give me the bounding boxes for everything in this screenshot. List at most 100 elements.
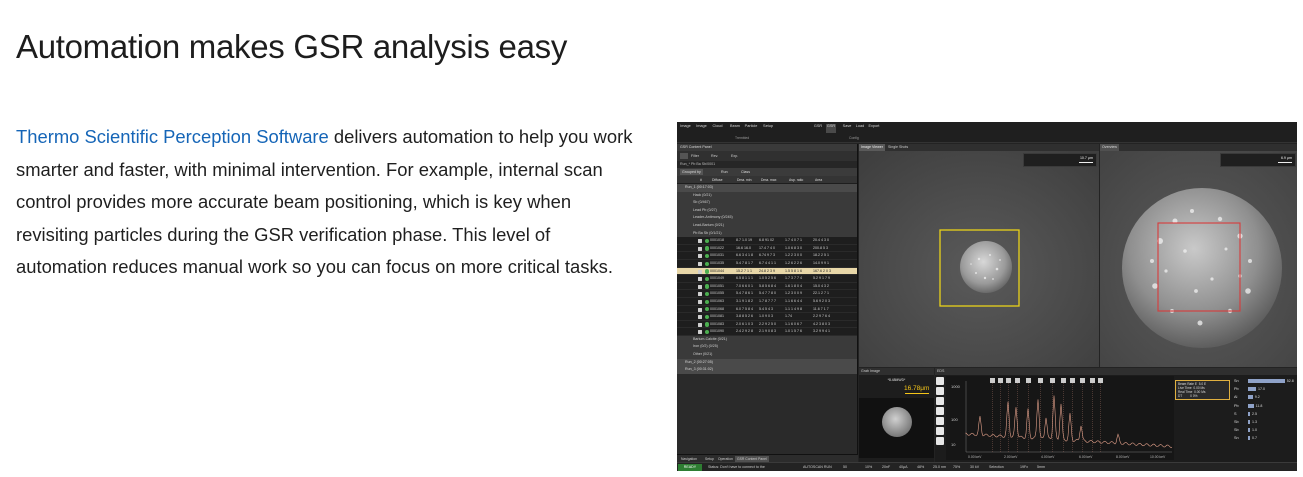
y-tick: 10: [951, 442, 956, 447]
peak-label[interactable]: [990, 378, 995, 383]
zoom-icon[interactable]: [936, 377, 944, 385]
peak-label[interactable]: [1090, 378, 1095, 383]
peak-label[interactable]: [1061, 378, 1066, 383]
table-row[interactable]: 0001083 2.0 6 1 0 3 2.2 9 2 5 0 1.1 6 0 6 7…: [677, 320, 857, 329]
ribbon-button[interactable]: Particle: [744, 124, 758, 133]
tree-run[interactable]: Run_3 (00:31:02): [677, 366, 857, 374]
row-checkbox[interactable]: [698, 284, 702, 289]
row-checkbox[interactable]: [698, 330, 702, 335]
col-header[interactable]: Area: [815, 177, 822, 183]
row-checkbox[interactable]: [698, 315, 702, 320]
col-header[interactable]: Diffuse: [712, 177, 723, 183]
export-icon[interactable]: [936, 437, 944, 445]
pencil-icon[interactable]: [936, 417, 944, 425]
peak-label[interactable]: [1038, 378, 1043, 383]
tree-group[interactable]: Run_1 (00:17:03): [677, 184, 857, 192]
table-cell: 1.2 6 2 2 6: [785, 260, 802, 265]
peak-label[interactable]: [1080, 378, 1085, 383]
table-row[interactable]: 0001068 6.0 7 5 8 4 5.4 5 4 3 1.1 1 4 9 8 11…: [677, 305, 857, 314]
ribbon-button[interactable]: Export: [868, 124, 880, 133]
calibrate-icon[interactable]: [936, 427, 944, 435]
row-checkbox[interactable]: [698, 299, 702, 304]
ribbon-button[interactable]: Beam: [729, 124, 741, 133]
peak-label[interactable]: [1015, 378, 1020, 383]
tab-image-viewer[interactable]: Image Viewer: [859, 144, 885, 151]
tab-grab-image[interactable]: Grab Image: [859, 368, 934, 375]
table-row[interactable]: 0001031 6.6 3 4 1 8 6.74 9 7 3 1.2 2 3 0 0 1…: [677, 252, 857, 260]
table-row[interactable]: 0001051 7.0 6 6 0 1 5.8 5 6 8 4 1.6 1 8 0 4…: [677, 282, 857, 291]
peak-label[interactable]: [1070, 378, 1075, 383]
tree-group[interactable]: Barium-Calcite (0/21): [677, 335, 857, 344]
tab-eds[interactable]: EDS: [935, 368, 1297, 375]
toolbar-button[interactable]: Rev.: [711, 153, 718, 159]
element-row[interactable]: Sb 1.3: [1232, 418, 1296, 426]
peak-label[interactable]: [998, 378, 1003, 383]
element-row[interactable]: S 2.5: [1232, 410, 1296, 418]
pointer-icon[interactable]: [936, 387, 944, 395]
element-row[interactable]: Sb 1.0: [1232, 426, 1296, 434]
ribbon-button[interactable]: Save: [842, 124, 852, 133]
table-row[interactable]: 0001081 3.8 8 5 2 6 1.0 9 0 3 1.74 2.2 9 7 6…: [677, 313, 857, 321]
table-row[interactable]: 0001018 8.7 1.0 19 6.8 91 02 1.7 4 0 7 1 20.…: [677, 237, 857, 245]
filter-icon[interactable]: [680, 153, 688, 159]
row-checkbox[interactable]: [698, 292, 702, 297]
toolbar-button[interactable]: Exp.: [731, 153, 738, 159]
label-icon[interactable]: [936, 407, 944, 415]
tab-single-shots[interactable]: Single Shots: [886, 144, 910, 151]
tree-group[interactable]: Hack (0/21): [677, 191, 857, 200]
table-row[interactable]: 0001049 6.5 8 1 1 1 1.0 5 2 5 6 1.7 3 7 7 4…: [677, 275, 857, 283]
tree-group[interactable]: Other (0/21): [677, 351, 857, 359]
peak-label[interactable]: [1098, 378, 1103, 383]
ribbon-button[interactable]: Cloud: [711, 124, 724, 133]
element-row[interactable]: Pb 17.0: [1232, 385, 1296, 393]
tree-group[interactable]: Pb Ba Sb (0/1/21): [677, 229, 857, 238]
row-checkbox[interactable]: [698, 307, 702, 312]
table-row[interactable]: 0001044 15.2 7 1 1 24.8 2 3 9 1.5 5 8 1 6 16…: [677, 267, 857, 276]
toolbar-button[interactable]: Filter: [691, 153, 699, 159]
tree-group[interactable]: Lead Pb (0/27): [677, 206, 857, 215]
tab-overview[interactable]: Overview: [1100, 144, 1119, 151]
table-row[interactable]: 0001063 3.1 9 1 8 2 1.7 8 7 7 7 1.1 6 6 4 4…: [677, 297, 857, 306]
ribbon-button[interactable]: Load: [855, 124, 865, 133]
element-row[interactable]: Sn 52.8: [1232, 377, 1296, 385]
table-row[interactable]: 0001022 16.6 16.0 17.4 7 4 0 1.0 6 8 3 0 200…: [677, 244, 857, 253]
col-header[interactable]: Asp. ratio: [789, 177, 803, 183]
table-row[interactable]: 0001055 5.4 7 8 6 1 5.4 7 7 8 0 1.2 3 0 0 9…: [677, 290, 857, 298]
col-header[interactable]: Dma. max: [761, 177, 776, 183]
peak-label[interactable]: [1006, 378, 1011, 383]
row-checkbox[interactable]: [698, 277, 702, 282]
perception-software-link[interactable]: Thermo Scientific Perception Software: [16, 126, 329, 147]
tree-group[interactable]: Leader-Antimony (0/245): [677, 214, 857, 222]
row-checkbox[interactable]: [698, 254, 702, 259]
spectrum-chart[interactable]: 1000 100 10 0.00 keV 2.00 keV 4.00 keV 6…: [946, 376, 1174, 460]
group-run-button[interactable]: Run: [719, 169, 730, 175]
peak-label[interactable]: [1026, 378, 1031, 383]
ribbon-button[interactable]: Image: [695, 124, 708, 133]
overview-image[interactable]: [1100, 151, 1297, 367]
settings-icon[interactable]: [936, 397, 944, 405]
ribbon-button[interactable]: Setup: [761, 124, 775, 133]
table-row[interactable]: 0001090 2.4 2 9 2 8 2.1 9 0 8 3 1.0 1 5 7 6…: [677, 328, 857, 336]
row-checkbox[interactable]: [698, 261, 702, 266]
row-checkbox[interactable]: [698, 246, 702, 251]
row-checkbox[interactable]: [698, 322, 702, 327]
table-cell: 6.7 4 4 1 1: [759, 260, 776, 265]
tree-run[interactable]: Run_2 (00:27:05): [677, 358, 857, 367]
sem-image[interactable]: [859, 151, 1099, 367]
element-row[interactable]: Al 9.2: [1232, 393, 1296, 401]
ribbon-button-active[interactable]: GSR: [826, 124, 836, 133]
group-class-button[interactable]: Class: [739, 169, 752, 175]
row-checkbox[interactable]: [698, 239, 702, 244]
element-row[interactable]: Sn 0.7: [1232, 434, 1296, 442]
table-row[interactable]: 0001035 5.4 7 8 1 7 6.7 4 4 1 1 1.2 6 2 2 6…: [677, 259, 857, 268]
tree-group[interactable]: Lead-Barium (0/21): [677, 221, 857, 230]
tree-group[interactable]: Sb (0/467): [677, 199, 857, 207]
element-row[interactable]: Pb 11.8: [1232, 402, 1296, 410]
col-header[interactable]: Dma. min: [737, 177, 752, 183]
ribbon-button[interactable]: GSR: [813, 124, 823, 133]
peak-label[interactable]: [1050, 378, 1055, 383]
tree-group[interactable]: Iron (0/2) (0/25): [677, 343, 857, 352]
col-header[interactable]: #: [700, 177, 702, 183]
row-checkbox[interactable]: [698, 269, 702, 274]
ribbon-button[interactable]: Image: [679, 124, 692, 133]
